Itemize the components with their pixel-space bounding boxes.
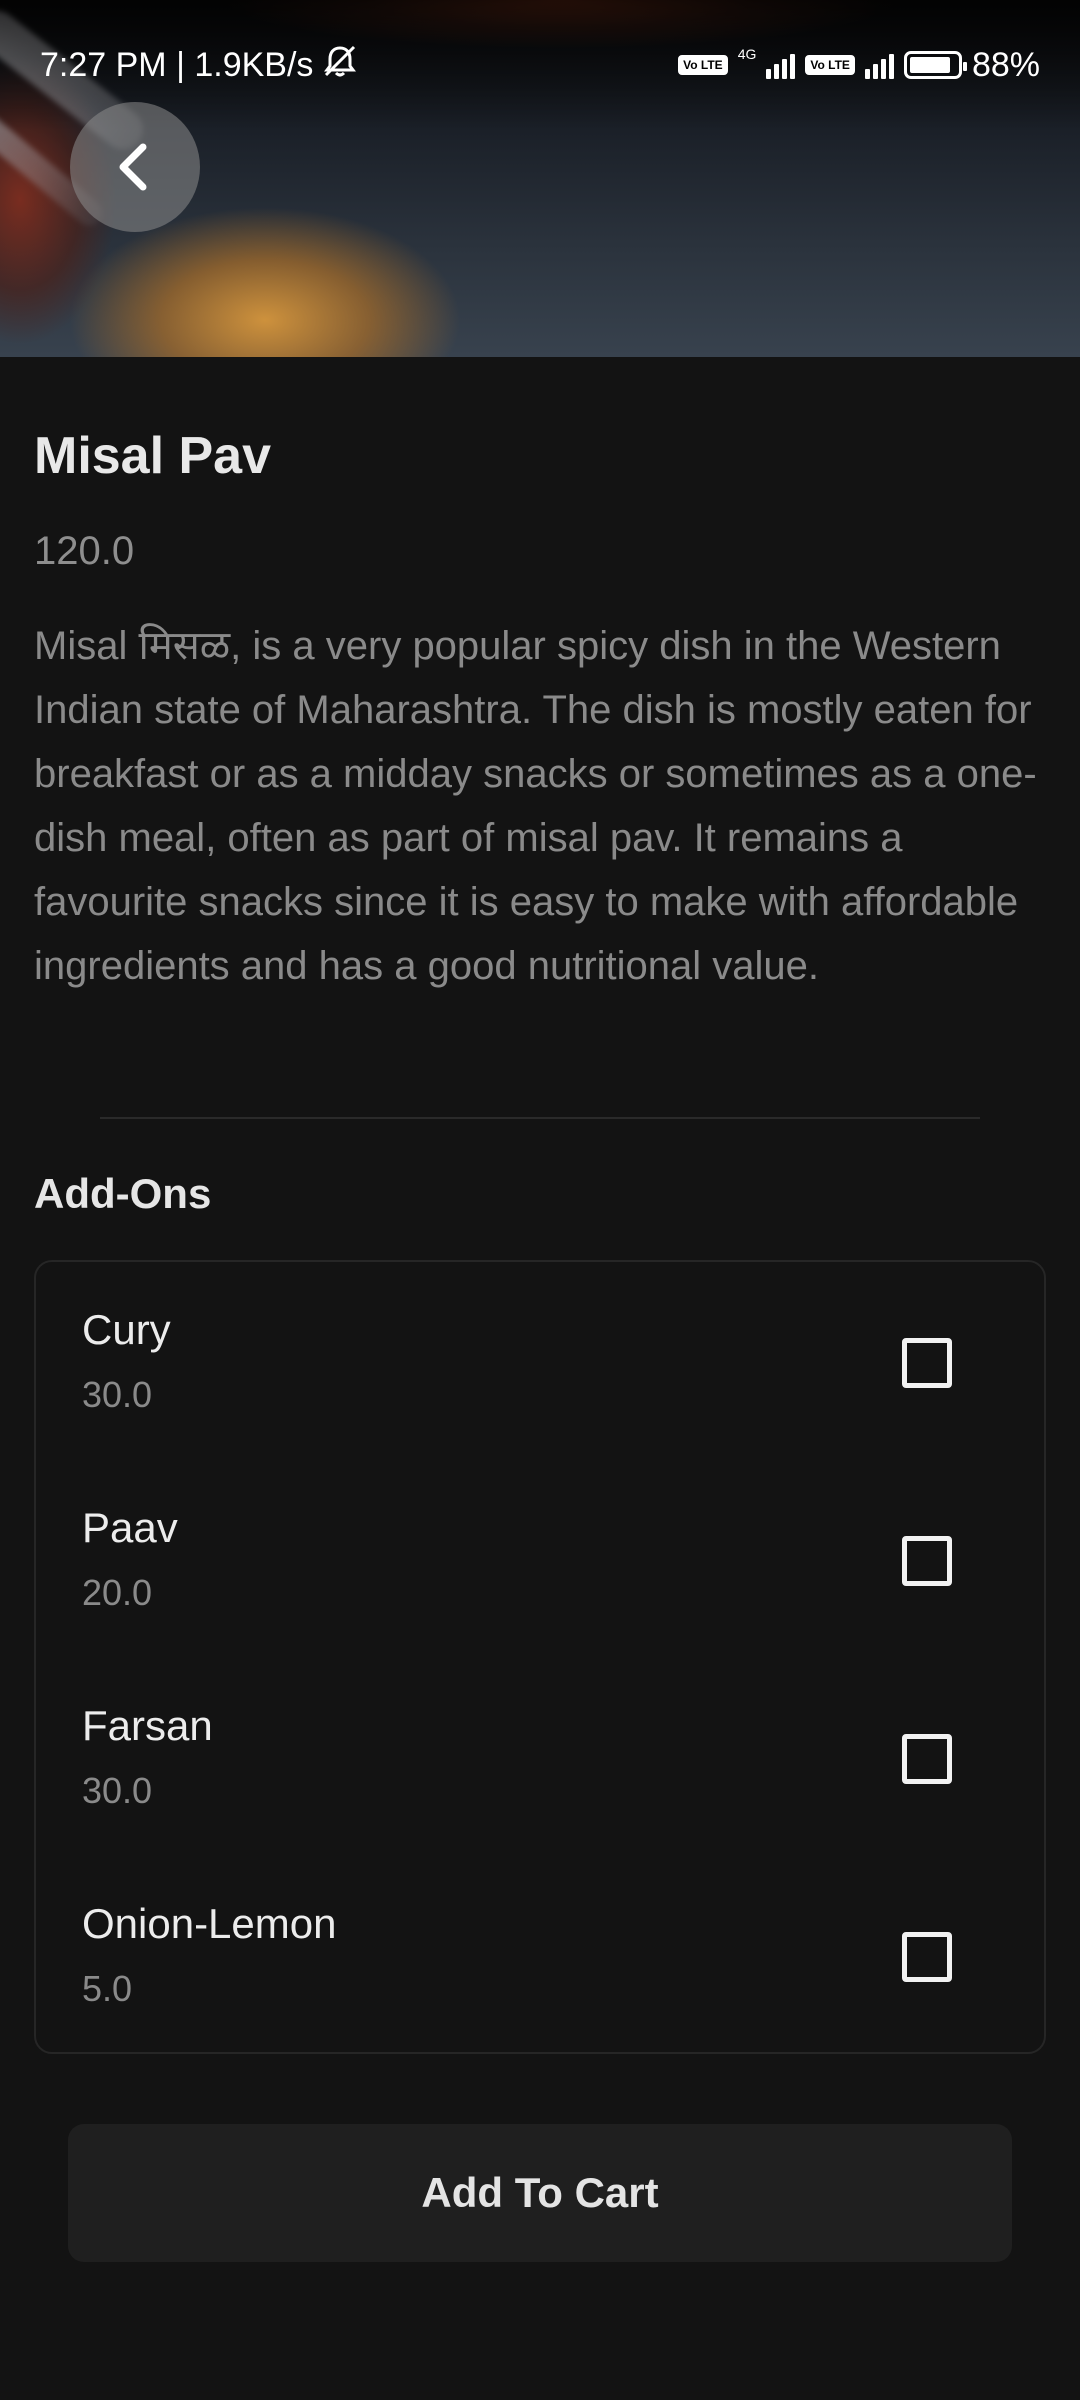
- addon-price: 20.0: [82, 1572, 153, 1613]
- addon-checkbox[interactable]: [902, 1932, 952, 1982]
- addon-price: 5.0: [82, 1968, 133, 2009]
- back-button[interactable]: [70, 102, 200, 232]
- item-description: Misal मिसळ, is a very popular spicy dish…: [34, 624, 1037, 988]
- addon-name: Paav: [82, 1504, 178, 1551]
- network-type: 4G: [737, 45, 757, 62]
- volte-icon: Vo LTE: [678, 55, 728, 75]
- chevron-left-icon: [119, 143, 147, 191]
- add-to-cart-button[interactable]: Add To Cart: [68, 2124, 1012, 2262]
- item-title: Misal Pav: [34, 427, 272, 485]
- mute-bell-icon: [321, 44, 359, 87]
- addons-heading: Add-Ons: [34, 1170, 212, 1217]
- item-price: 120.0: [34, 529, 135, 573]
- addon-checkbox[interactable]: [902, 1734, 952, 1784]
- addon-checkbox[interactable]: [902, 1536, 952, 1586]
- addon-row[interactable]: Cury 30.0: [36, 1262, 1044, 1460]
- addon-name: Onion-Lemon: [82, 1900, 337, 1947]
- status-left: 7:27 PM | 1.9KB/s: [40, 44, 359, 87]
- addon-price: 30.0: [82, 1374, 153, 1415]
- addon-price: 30.0: [82, 1770, 153, 1811]
- addons-list: Cury 30.0 Paav 20.0 Farsan 30.0 Onion-Le…: [34, 1260, 1046, 2054]
- signal-icon-2: [864, 51, 894, 79]
- battery-percent: 88%: [971, 45, 1040, 84]
- status-bar: 7:27 PM | 1.9KB/s Vo LTE 4G Vo LTE 88%: [0, 40, 1080, 90]
- addon-row[interactable]: Onion-Lemon 5.0: [36, 1856, 1044, 2054]
- addon-row[interactable]: Farsan 30.0: [36, 1658, 1044, 1856]
- volte-icon-2: Vo LTE: [805, 55, 855, 75]
- item-details: Misal Pav 120.0 Misal मिसळ, is a very po…: [34, 420, 1046, 998]
- addon-name: Cury: [82, 1306, 171, 1353]
- battery-fill: [909, 57, 951, 73]
- status-time-speed: 7:27 PM | 1.9KB/s: [40, 45, 314, 84]
- signal-icon: [766, 51, 796, 79]
- status-right: Vo LTE 4G Vo LTE 88%: [678, 46, 1040, 85]
- divider: [100, 1117, 980, 1119]
- addon-checkbox[interactable]: [902, 1338, 952, 1388]
- addon-row[interactable]: Paav 20.0: [36, 1460, 1044, 1658]
- battery-icon: [903, 51, 967, 79]
- addon-name: Farsan: [82, 1702, 213, 1749]
